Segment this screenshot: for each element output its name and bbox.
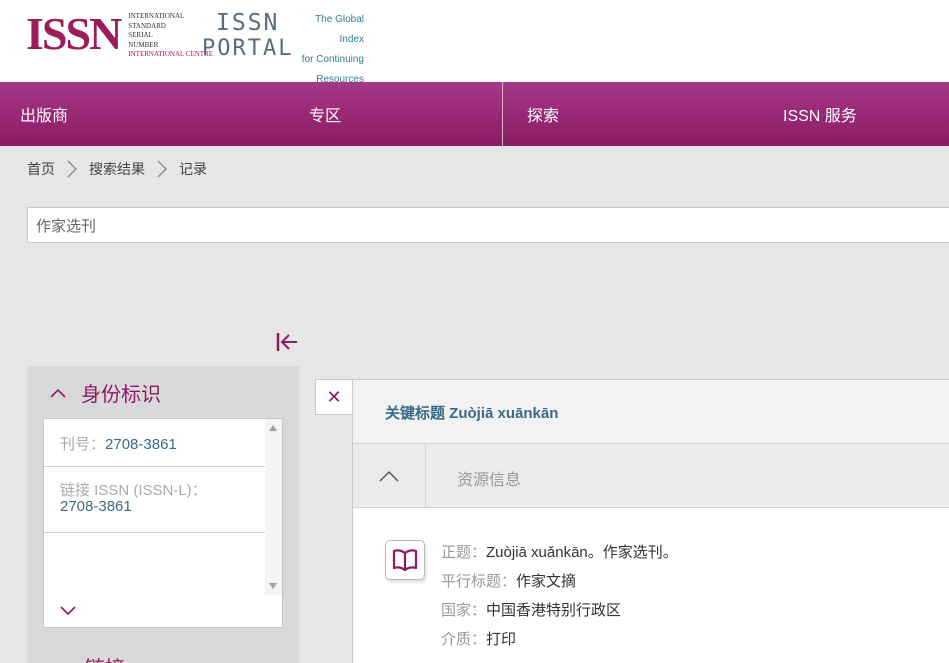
issn-logo-letters: ISSN [26, 8, 122, 59]
breadcrumb-record: 记录 [179, 161, 207, 177]
tagline-line: The Global Index [315, 14, 364, 45]
nav-divider [502, 82, 503, 146]
chevron-up-icon [50, 388, 66, 398]
search-input[interactable] [27, 207, 949, 243]
resource-info-title: 资源信息 [457, 472, 522, 489]
portal-logo-portal: PORTAL [202, 36, 293, 61]
issn-logo[interactable]: ISSN INTERNATIONAL STANDARD SERIAL NUMBE… [26, 8, 213, 59]
close-icon: ✕ [326, 386, 342, 408]
field-label: 介质： [441, 631, 487, 648]
chevron-right-icon [67, 160, 77, 178]
main-nav: 出版商 专区 探索 ISSN 服务 [0, 82, 949, 146]
field-value: 中国香港特别行政区 [486, 602, 622, 619]
field-medium: 介质：打印 [441, 625, 678, 654]
linking-issn-label: 链接 ISSN (ISSN-L)： [60, 482, 207, 499]
field-label: 平行标题： [441, 573, 517, 590]
logo-line: SERIAL [128, 31, 153, 39]
portal-tagline: The Global Index for Continuing Resource… [288, 10, 364, 90]
logo-line: NUMBER [128, 40, 159, 49]
field-title: 正题：Zuòjiā xuǎnkān。作家选刊。 [441, 538, 678, 567]
breadcrumb-search-results[interactable]: 搜索结果 [89, 159, 145, 179]
chevron-up-icon [379, 470, 399, 482]
scrollbar[interactable] [265, 419, 282, 595]
nav-item-areas[interactable]: 专区 [309, 82, 341, 146]
field-value: 作家文摘 [516, 573, 577, 590]
book-icon [385, 540, 425, 580]
logo-line: INTERNATIONAL CENTRE [128, 50, 213, 58]
field-label: 正题： [441, 544, 487, 561]
issn-value[interactable]: 2708-3861 [105, 436, 177, 453]
list-item: 刊号：2708-3861 [44, 419, 266, 467]
portal-logo-issn: ISSN [216, 10, 280, 36]
identity-panel-header[interactable]: 身份标识 [49, 378, 161, 407]
section-toggle-button[interactable] [353, 444, 426, 508]
logo-line: INTERNATIONAL [128, 12, 185, 20]
key-title: 关键标题 Zuòjiā xuānkān [385, 405, 559, 422]
nav-item-explore[interactable]: 探索 [527, 82, 559, 146]
resource-info-header: 资源信息 [353, 444, 949, 508]
field-value: 打印 [486, 631, 517, 648]
resource-info-fields: 正题：Zuòjiā xuǎnkān。作家选刊。 平行标题：作家文摘 国家：中国香… [441, 538, 678, 654]
close-button[interactable]: ✕ [315, 379, 353, 415]
issn-label: 刊号： [60, 436, 106, 453]
nav-item-publishers[interactable]: 出版商 [20, 82, 68, 146]
tagline-line: for Continuing [301, 54, 364, 65]
record-panel: 关键标题 Zuòjiā xuānkān 资源信息 正题：Zuòjiā xuǎnk… [352, 379, 949, 663]
collapse-sidebar-icon[interactable] [275, 331, 299, 353]
scroll-down-icon[interactable] [269, 583, 277, 589]
field-label: 国家： [441, 602, 487, 619]
identity-panel-title: 身份标识 [81, 384, 161, 406]
chevron-down-icon[interactable] [59, 604, 77, 618]
links-section-title[interactable]: 链接 [85, 652, 125, 663]
breadcrumb: 首页 搜索结果 记录 [27, 158, 207, 180]
list-item: 链接 ISSN (ISSN-L)： 2708-3861 [44, 467, 266, 533]
linking-issn-value[interactable]: 2708-3861 [60, 499, 266, 515]
breadcrumb-home[interactable]: 首页 [27, 159, 55, 179]
field-country: 国家：中国香港特别行政区 [441, 596, 678, 625]
field-value: Zuòjiā xuǎnkān。作家选刊。 [486, 544, 678, 561]
issn-logo-text: INTERNATIONAL STANDARD SERIAL NUMBER INT… [128, 12, 213, 60]
identity-panel: 身份标识 刊号：2708-3861 链接 ISSN (ISSN-L)： 2708… [27, 366, 299, 663]
identity-list: 刊号：2708-3861 链接 ISSN (ISSN-L)： 2708-3861 [43, 418, 283, 628]
nav-item-issn-services[interactable]: ISSN 服务 [783, 82, 857, 146]
portal-word-text: PORTAL [202, 36, 294, 61]
field-parallel-title: 平行标题：作家文摘 [441, 567, 678, 596]
logo-line: STANDARD [128, 21, 166, 30]
scroll-up-icon[interactable] [269, 425, 277, 431]
record-title-bar: 关键标题 Zuòjiā xuānkān [353, 380, 949, 444]
chevron-right-icon [157, 160, 167, 178]
issn-portal-logo[interactable]: ISSN PORTAL [202, 10, 297, 66]
header: ISSN INTERNATIONAL STANDARD SERIAL NUMBE… [0, 0, 949, 85]
